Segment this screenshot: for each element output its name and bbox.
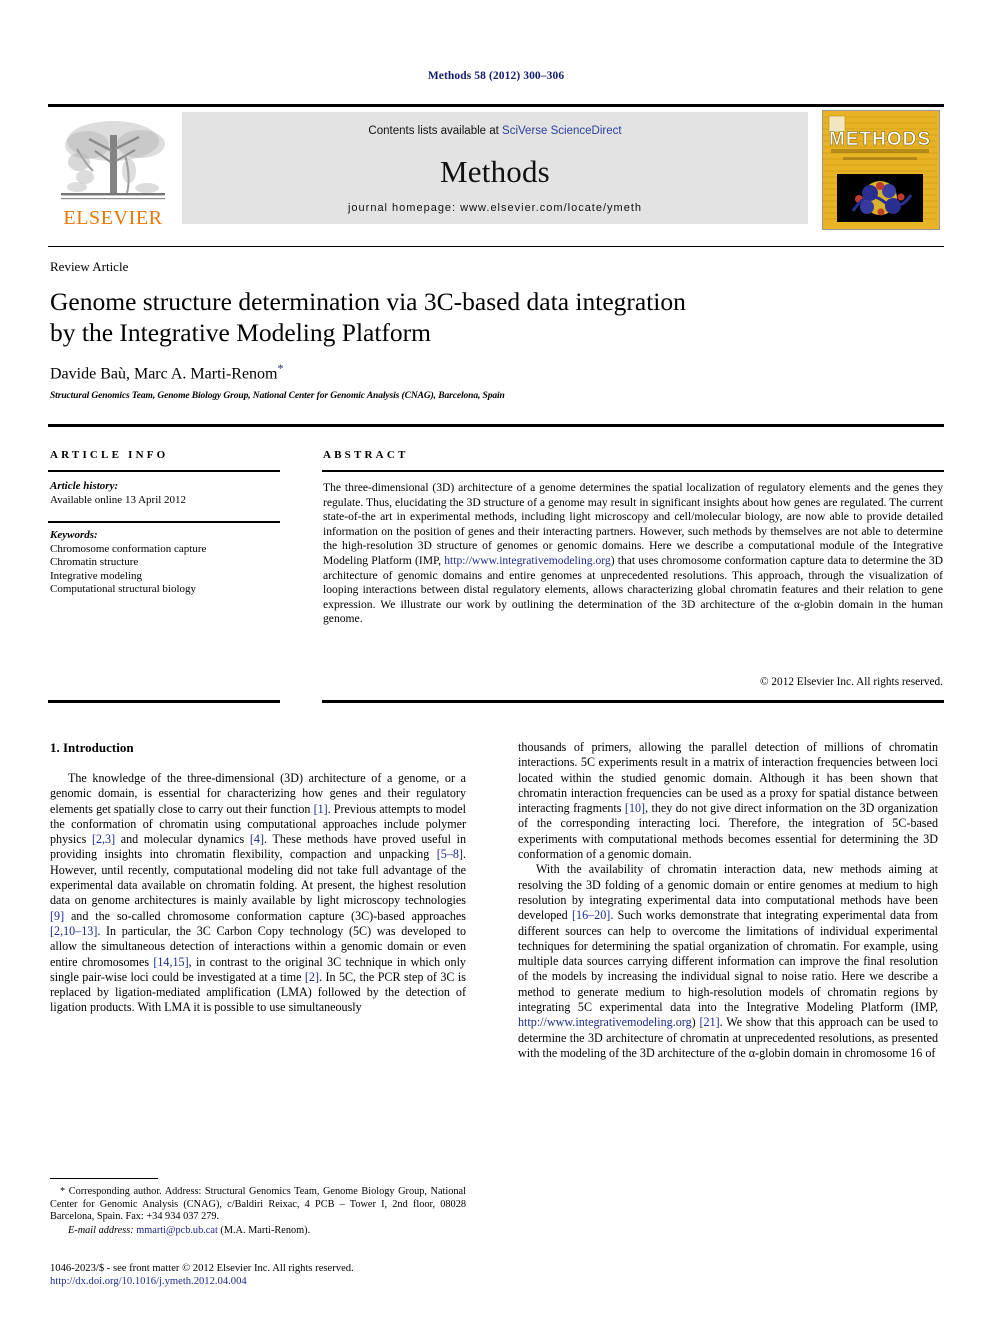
cover-art-icon: METHODS (823, 111, 937, 227)
article-history: Article history: Available online 13 Apr… (50, 479, 282, 507)
elsevier-wordmark: ELSEVIER (63, 207, 163, 229)
masthead-bottom-rule (48, 246, 944, 248)
email-link[interactable]: mmarti@pcb.ub.cat (136, 1225, 218, 1236)
affiliation: Structural Genomics Team, Genome Biology… (50, 391, 505, 401)
author-list: Davide Baù, Marc A. Marti-Renom* (50, 361, 284, 383)
article-info-heading: ARTICLE INFO (50, 449, 169, 461)
body-column-left: 1. Introduction The knowledge of the thr… (50, 740, 466, 1016)
author-names: Davide Baù, Marc A. Marti-Renom (50, 365, 278, 383)
contents-prefix: Contents lists available at (368, 125, 503, 137)
journal-article-page: Methods 58 (2012) 300–306 ELSEVIER Conte… (0, 0, 992, 1323)
running-head: Methods 58 (2012) 300–306 (427, 70, 565, 82)
citation-ref[interactable]: [9] (50, 909, 64, 923)
journal-homepage-line[interactable]: journal homepage: www.elsevier.com/locat… (182, 202, 808, 214)
article-history-value: Available online 13 April 2012 (50, 494, 187, 506)
journal-title: Methods (440, 154, 550, 189)
citation-ref[interactable]: [1] (314, 802, 328, 816)
masthead-top-rule (48, 104, 944, 107)
footnote-email-line: E-mail address: mmarti@pcb.ub.cat (M.A. … (50, 1225, 466, 1238)
imp-url-link[interactable]: http://www.integrativemodeling.org (444, 554, 610, 567)
keyword-item: Integrative modeling (50, 569, 142, 582)
elsevier-tree-icon (61, 121, 165, 200)
corresponding-author-marker: * (277, 361, 284, 375)
imp-url-link-2[interactable]: http://www.integrativemodeling.org (518, 1015, 692, 1029)
paragraph-intro-1: The knowledge of the three-dimensional (… (50, 771, 466, 1016)
keyword-item: Chromatin structure (50, 556, 139, 569)
info-heading-rule (48, 470, 280, 472)
footnote-rule (50, 1178, 158, 1180)
elsevier-logo: ELSEVIER (50, 110, 176, 228)
paragraph-right-1: thousands of primers, allowing the paral… (518, 740, 938, 862)
contents-list-line: Contents lists available at SciVerse Sci… (182, 125, 808, 137)
keyword-item: Computational structural biology (50, 583, 197, 596)
citation-ref[interactable]: [5–8] (437, 847, 463, 861)
abstract-heading: ABSTRACT (323, 449, 409, 461)
text-run: and molecular dynamics (115, 832, 250, 847)
page-footer: 1046-2023/$ - see front matter © 2012 El… (50, 1262, 490, 1289)
article-history-label: Article history: (50, 480, 119, 492)
title-line-2: by the Integrative Modeling Platform (50, 318, 431, 347)
article-type-label: Review Article (50, 259, 129, 274)
text-run: and the so-called chromosome conformatio… (64, 908, 466, 923)
info-section-bottom-rule (48, 700, 280, 703)
issn-copyright-line: 1046-2023/$ - see front matter © 2012 El… (50, 1263, 354, 1274)
journal-cover-thumbnail: METHODS (822, 110, 940, 230)
citation-ref[interactable]: [14,15] (153, 955, 188, 969)
text-run: ) (691, 1015, 700, 1030)
citation-ref[interactable]: [4] (250, 832, 264, 846)
copyright-line: © 2012 Elsevier Inc. All rights reserved… (759, 676, 943, 688)
keywords-separator-rule (48, 521, 280, 523)
page-title: Genome structure determination via 3C-ba… (50, 286, 810, 348)
body-column-right: thousands of primers, allowing the paral… (518, 740, 938, 1061)
svg-text:METHODS: METHODS (829, 129, 931, 150)
citation-ref[interactable]: [2] (305, 970, 319, 984)
citation-ref[interactable]: [10] (625, 801, 645, 815)
keyword-item: Chromosome conformation capture (50, 542, 207, 555)
citation-ref[interactable]: [21] (700, 1015, 720, 1029)
section-heading-introduction: 1. Introduction (50, 740, 134, 755)
info-section-top-rule (48, 424, 944, 427)
abstract-text: The three-dimensional (3D) architecture … (323, 481, 943, 627)
footnote-address: * Corresponding author. Address: Structu… (50, 1186, 466, 1224)
doi-link[interactable]: http://dx.doi.org/10.1016/j.ymeth.2012.0… (50, 1275, 490, 1288)
corresponding-author-footnote: * Corresponding author. Address: Structu… (50, 1186, 466, 1237)
citation-ref[interactable]: [16–20] (572, 908, 610, 922)
citation-ref[interactable]: [2,10–13] (50, 924, 97, 938)
text-run: (M.A. Marti-Renom). (217, 1224, 311, 1236)
paragraph-right-2: With the availability of chromatin inter… (518, 862, 938, 1061)
title-line-1: Genome structure determination via 3C-ba… (50, 287, 686, 316)
keywords-label: Keywords: (50, 529, 98, 541)
email-label: E-mail address: (68, 1224, 134, 1236)
abstract-bottom-rule (322, 700, 944, 703)
text-run: . Such works demonstrate that integratin… (518, 908, 938, 1015)
abstract-heading-rule (322, 470, 944, 472)
sciencedirect-link[interactable]: SciVerse ScienceDirect (502, 125, 622, 137)
journal-masthead-band: Contents lists available at SciVerse Sci… (182, 112, 808, 224)
citation-ref[interactable]: [2,3] (92, 832, 115, 846)
text-run: Corresponding author. Address: Structura… (50, 1186, 466, 1223)
keywords-block: Keywords: Chromosome conformation captur… (50, 529, 290, 597)
